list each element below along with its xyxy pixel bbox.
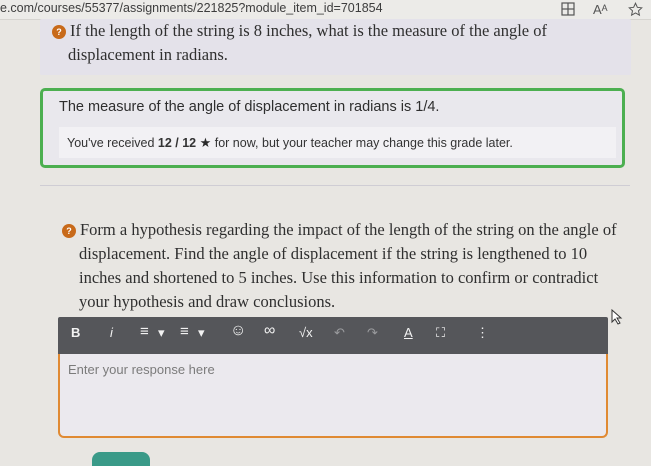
undo-icon[interactable]: ↶	[334, 325, 345, 341]
question-1-line-2: displacement in radians.	[68, 45, 228, 64]
grid-icon[interactable]	[561, 2, 575, 19]
submitted-answer: The measure of the angle of displacement…	[59, 99, 440, 115]
question-2-line-1: Form a hypothesis regarding the impact o…	[80, 220, 617, 239]
grade-score: 12 / 12	[157, 136, 197, 150]
editor-toolbar: B i ≡ ▾ ≡ ▾ ☺ ∞ √x ↶ ↷ A ⛶ ⋮	[58, 317, 608, 354]
question-2-text: ? Form a hypothesis regarding the impact …	[62, 218, 622, 314]
response-placeholder: Enter your response here	[68, 362, 215, 377]
italic-button[interactable]: i	[110, 325, 113, 340]
emoji-icon[interactable]: ☺	[230, 322, 246, 340]
bullet-list-dropdown-icon[interactable]: ▾	[158, 325, 165, 341]
question-badge-icon: ?	[62, 224, 76, 238]
numbered-list-icon[interactable]: ≡	[180, 323, 189, 340]
grade-prefix: You've received	[67, 136, 155, 150]
question-2-line-4: your hypothesis and draw conclusions.	[79, 292, 336, 311]
grade-notice: You've received 12 / 12 ★ for now, but y…	[59, 127, 616, 158]
star-outline-icon[interactable]	[628, 2, 643, 20]
clear-format-icon[interactable]: A	[404, 325, 413, 340]
fullscreen-icon[interactable]: ⛶	[436, 325, 445, 341]
section-divider	[40, 185, 630, 186]
math-sqrt-icon[interactable]: √x	[299, 325, 313, 340]
question-2-line-3: inches and shortened to 5 inches. Use th…	[79, 268, 599, 287]
grade-text: You've received 12 / 12 ★ for now, but y…	[67, 135, 513, 151]
numbered-list-dropdown-icon[interactable]: ▾	[198, 325, 205, 341]
grade-suffix: for now, but your teacher may change thi…	[214, 136, 513, 150]
question-1-line-1: If the length of the string is 8 inches,…	[70, 21, 547, 40]
redo-icon[interactable]: ↷	[367, 325, 378, 341]
question-1-text: ? If the length of the string is 8 inches…	[52, 19, 632, 67]
bullet-list-icon[interactable]: ≡	[140, 323, 149, 340]
answer-box: The measure of the angle of displacement…	[40, 88, 625, 168]
bold-button[interactable]: B	[71, 325, 80, 340]
mouse-cursor-icon	[611, 308, 623, 328]
more-options-icon[interactable]: ⋮	[476, 325, 489, 341]
question-badge-icon: ?	[52, 25, 66, 39]
browser-address-bar[interactable]: e.com/courses/55377/assignments/221825?m…	[0, 0, 651, 20]
star-icon: ★	[199, 135, 212, 150]
text-size-icon[interactable]: Aᴬ	[593, 2, 608, 17]
url-text[interactable]: e.com/courses/55377/assignments/221825?m…	[0, 1, 383, 15]
link-icon[interactable]: ∞	[264, 322, 275, 340]
response-editor[interactable]: Enter your response here	[58, 354, 608, 438]
question-2-line-2: displacement. Find the angle of displace…	[79, 244, 588, 263]
